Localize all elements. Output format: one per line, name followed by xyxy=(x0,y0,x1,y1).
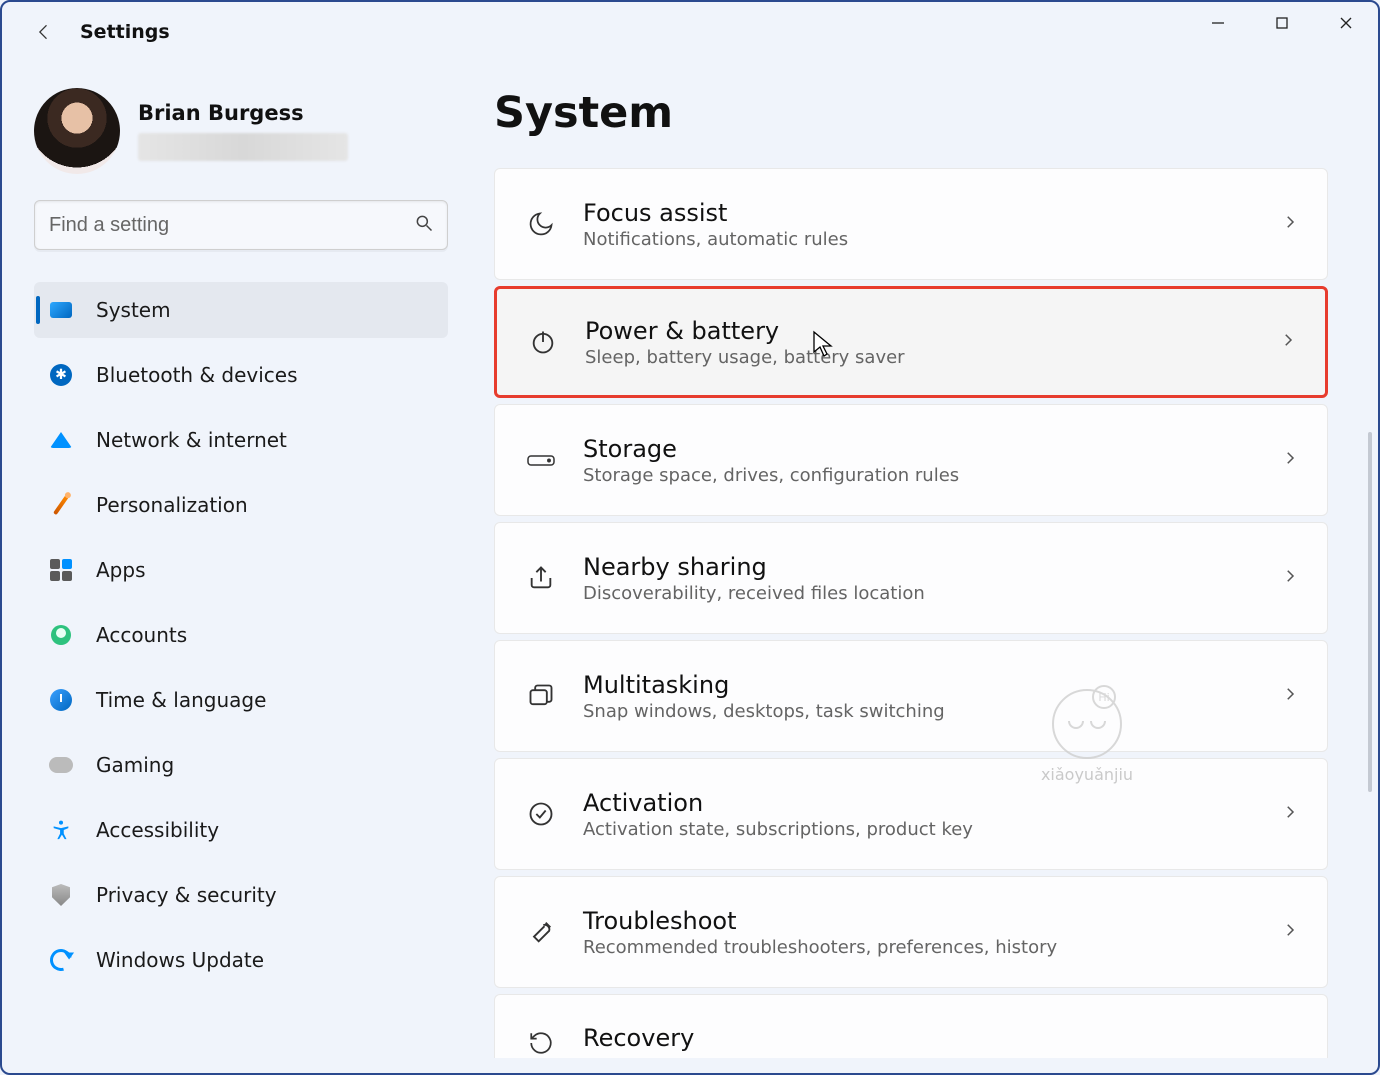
sidebar-item-privacy[interactable]: Privacy & security xyxy=(34,867,448,923)
main-panel: System Focus assist Notifications, autom… xyxy=(482,62,1378,1073)
check-circle-icon xyxy=(519,800,563,828)
card-sub: Snap windows, desktops, task switching xyxy=(583,701,1281,722)
sidebar-item-label: Network & internet xyxy=(96,428,287,452)
person-icon xyxy=(48,622,74,648)
window-controls xyxy=(1186,2,1378,44)
sidebar-item-label: Windows Update xyxy=(96,948,264,972)
card-activation[interactable]: Activation Activation state, subscriptio… xyxy=(494,758,1328,870)
chevron-right-icon xyxy=(1281,685,1299,707)
chevron-right-icon xyxy=(1281,449,1299,471)
sidebar-item-update[interactable]: Windows Update xyxy=(34,932,448,988)
drive-icon xyxy=(519,450,563,470)
sidebar-item-label: Bluetooth & devices xyxy=(96,363,298,387)
brush-icon xyxy=(48,492,74,518)
card-sub: Discoverability, received files location xyxy=(583,583,1281,604)
sidebar-item-bluetooth[interactable]: ✱ Bluetooth & devices xyxy=(34,347,448,403)
gamepad-icon xyxy=(48,752,74,778)
share-icon xyxy=(519,564,563,592)
search-wrap xyxy=(34,200,448,250)
wrench-icon xyxy=(519,918,563,946)
nav-list: System ✱ Bluetooth & devices Network & i… xyxy=(34,282,448,988)
bluetooth-icon: ✱ xyxy=(48,362,74,388)
user-name: Brian Burgess xyxy=(138,101,348,125)
card-multitasking[interactable]: Multitasking Snap windows, desktops, tas… xyxy=(494,640,1328,752)
sidebar-item-label: Gaming xyxy=(96,753,174,777)
sidebar-item-label: Accessibility xyxy=(96,818,219,842)
app-title: Settings xyxy=(80,21,170,43)
card-title: Activation xyxy=(583,789,1281,817)
card-storage[interactable]: Storage Storage space, drives, configura… xyxy=(494,404,1328,516)
card-title: Troubleshoot xyxy=(583,907,1281,935)
chevron-right-icon xyxy=(1281,921,1299,943)
user-block[interactable]: Brian Burgess xyxy=(34,88,448,174)
card-power-battery[interactable]: Power & battery Sleep, battery usage, ba… xyxy=(494,286,1328,398)
sidebar-item-label: System xyxy=(96,298,171,322)
chevron-right-icon xyxy=(1281,213,1299,235)
card-title: Recovery xyxy=(583,1024,1299,1052)
card-sub: Notifications, automatic rules xyxy=(583,229,1281,250)
accessibility-icon xyxy=(48,817,74,843)
sidebar-item-label: Personalization xyxy=(96,493,248,517)
sidebar: Brian Burgess System ✱ Bluetooth & devic… xyxy=(2,62,482,1073)
sidebar-item-personalization[interactable]: Personalization xyxy=(34,477,448,533)
search-input[interactable] xyxy=(34,200,448,250)
card-nearby-sharing[interactable]: Nearby sharing Discoverability, received… xyxy=(494,522,1328,634)
sidebar-item-label: Privacy & security xyxy=(96,883,277,907)
search-icon xyxy=(414,213,434,237)
scrollbar[interactable] xyxy=(1368,432,1372,792)
user-email-redacted xyxy=(138,133,348,161)
wifi-icon xyxy=(48,427,74,453)
moon-icon xyxy=(519,210,563,238)
chevron-right-icon xyxy=(1281,803,1299,825)
sidebar-item-accounts[interactable]: Accounts xyxy=(34,607,448,663)
title-bar: Settings xyxy=(2,2,1378,62)
sidebar-item-time[interactable]: Time & language xyxy=(34,672,448,728)
sidebar-item-gaming[interactable]: Gaming xyxy=(34,737,448,793)
sidebar-item-label: Time & language xyxy=(96,688,266,712)
sidebar-item-accessibility[interactable]: Accessibility xyxy=(34,802,448,858)
apps-icon xyxy=(48,557,74,583)
avatar xyxy=(34,88,120,174)
windows-icon xyxy=(519,682,563,710)
sidebar-item-label: Apps xyxy=(96,558,146,582)
back-button[interactable] xyxy=(22,10,66,54)
update-icon xyxy=(48,947,74,973)
recovery-icon xyxy=(519,1030,563,1056)
page-title: System xyxy=(494,88,1328,138)
sidebar-item-label: Accounts xyxy=(96,623,187,647)
sidebar-item-system[interactable]: System xyxy=(34,282,448,338)
card-title: Focus assist xyxy=(583,199,1281,227)
card-sub: Sleep, battery usage, battery saver xyxy=(585,347,1279,368)
card-sub: Recommended troubleshooters, preferences… xyxy=(583,937,1281,958)
sidebar-item-apps[interactable]: Apps xyxy=(34,542,448,598)
card-focus-assist[interactable]: Focus assist Notifications, automatic ru… xyxy=(494,168,1328,280)
card-troubleshoot[interactable]: Troubleshoot Recommended troubleshooters… xyxy=(494,876,1328,988)
settings-cards: Focus assist Notifications, automatic ru… xyxy=(494,168,1328,1058)
close-button[interactable] xyxy=(1314,2,1378,44)
chevron-right-icon xyxy=(1279,331,1297,353)
power-icon xyxy=(521,328,565,356)
card-recovery[interactable]: Recovery xyxy=(494,994,1328,1058)
card-title: Nearby sharing xyxy=(583,553,1281,581)
card-sub: Activation state, subscriptions, product… xyxy=(583,819,1281,840)
clock-icon xyxy=(48,687,74,713)
maximize-button[interactable] xyxy=(1250,2,1314,44)
card-sub: Storage space, drives, configuration rul… xyxy=(583,465,1281,486)
card-title: Power & battery xyxy=(585,317,1279,345)
card-title: Storage xyxy=(583,435,1281,463)
card-title: Multitasking xyxy=(583,671,1281,699)
sidebar-item-network[interactable]: Network & internet xyxy=(34,412,448,468)
shield-icon xyxy=(48,882,74,908)
chevron-right-icon xyxy=(1281,567,1299,589)
system-icon xyxy=(48,297,74,323)
minimize-button[interactable] xyxy=(1186,2,1250,44)
